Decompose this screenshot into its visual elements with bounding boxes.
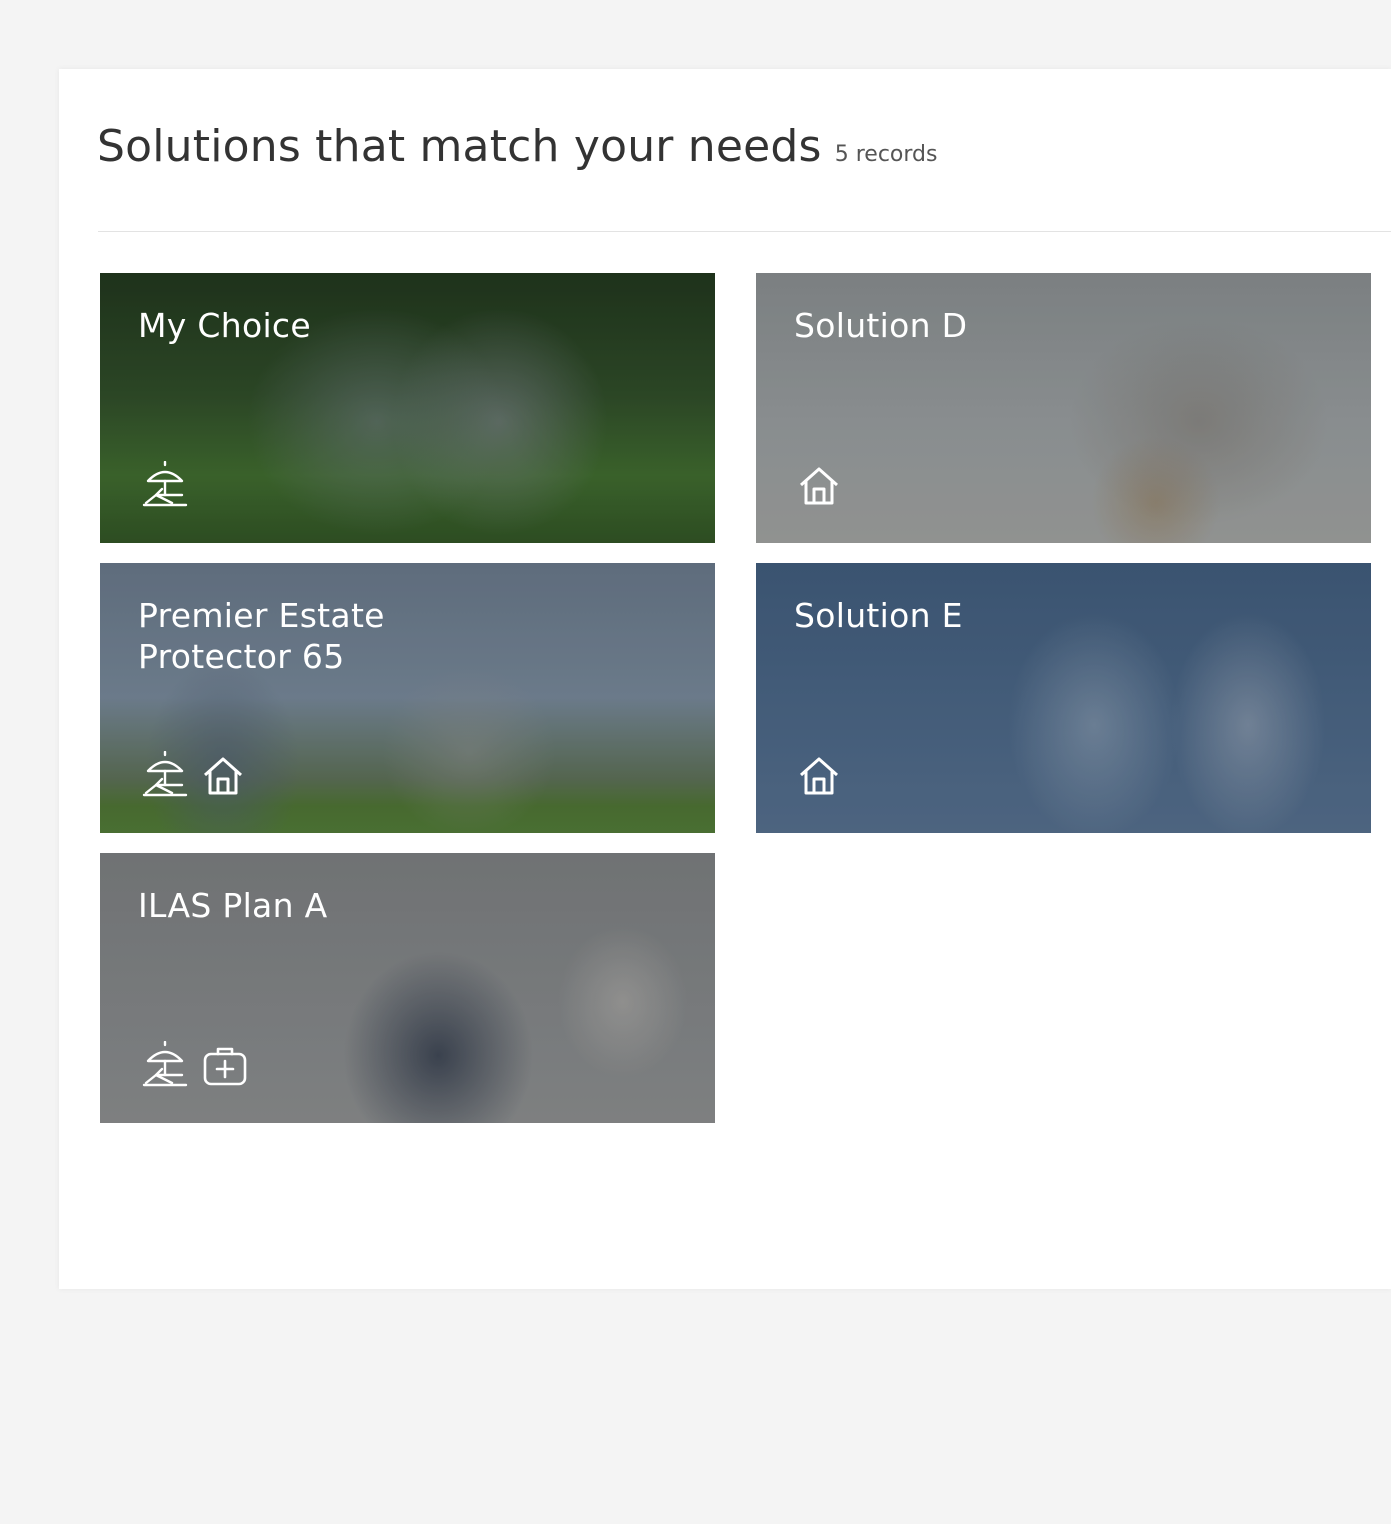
card-title: My Choice xyxy=(138,306,311,345)
house-icon xyxy=(798,465,840,507)
card-icons xyxy=(798,461,840,507)
card-icons xyxy=(798,751,840,797)
card-icons xyxy=(142,751,244,797)
header-divider xyxy=(98,231,1391,232)
solution-card-premier-estate-protector-65[interactable]: Premier Estate Protector 65 xyxy=(100,563,715,833)
card-title: Solution E xyxy=(794,596,963,635)
record-count: 5 records xyxy=(834,142,938,167)
card-icons xyxy=(142,461,188,507)
house-icon xyxy=(798,755,840,797)
beach-umbrella-icon xyxy=(142,751,188,797)
solution-card-ilas-plan-a[interactable]: ILAS Plan A xyxy=(100,853,715,1123)
beach-umbrella-icon xyxy=(142,461,188,507)
card-title: Premier Estate Protector 65 xyxy=(138,596,385,676)
card-title: Solution D xyxy=(794,306,968,345)
page-title: Solutions that match your needs xyxy=(97,121,822,172)
medical-kit-icon xyxy=(202,1045,248,1087)
beach-umbrella-icon xyxy=(142,1041,188,1087)
solution-card-my-choice[interactable]: My Choice xyxy=(100,273,715,543)
solution-card-solution-e[interactable]: Solution E xyxy=(756,563,1371,833)
card-title: ILAS Plan A xyxy=(138,886,328,925)
results-header: Solutions that match your needs 5 record… xyxy=(97,121,937,172)
solution-card-solution-d[interactable]: Solution D xyxy=(756,273,1371,543)
card-icons xyxy=(142,1041,248,1087)
house-icon xyxy=(202,755,244,797)
results-panel: Solutions that match your needs 5 record… xyxy=(59,69,1391,1289)
